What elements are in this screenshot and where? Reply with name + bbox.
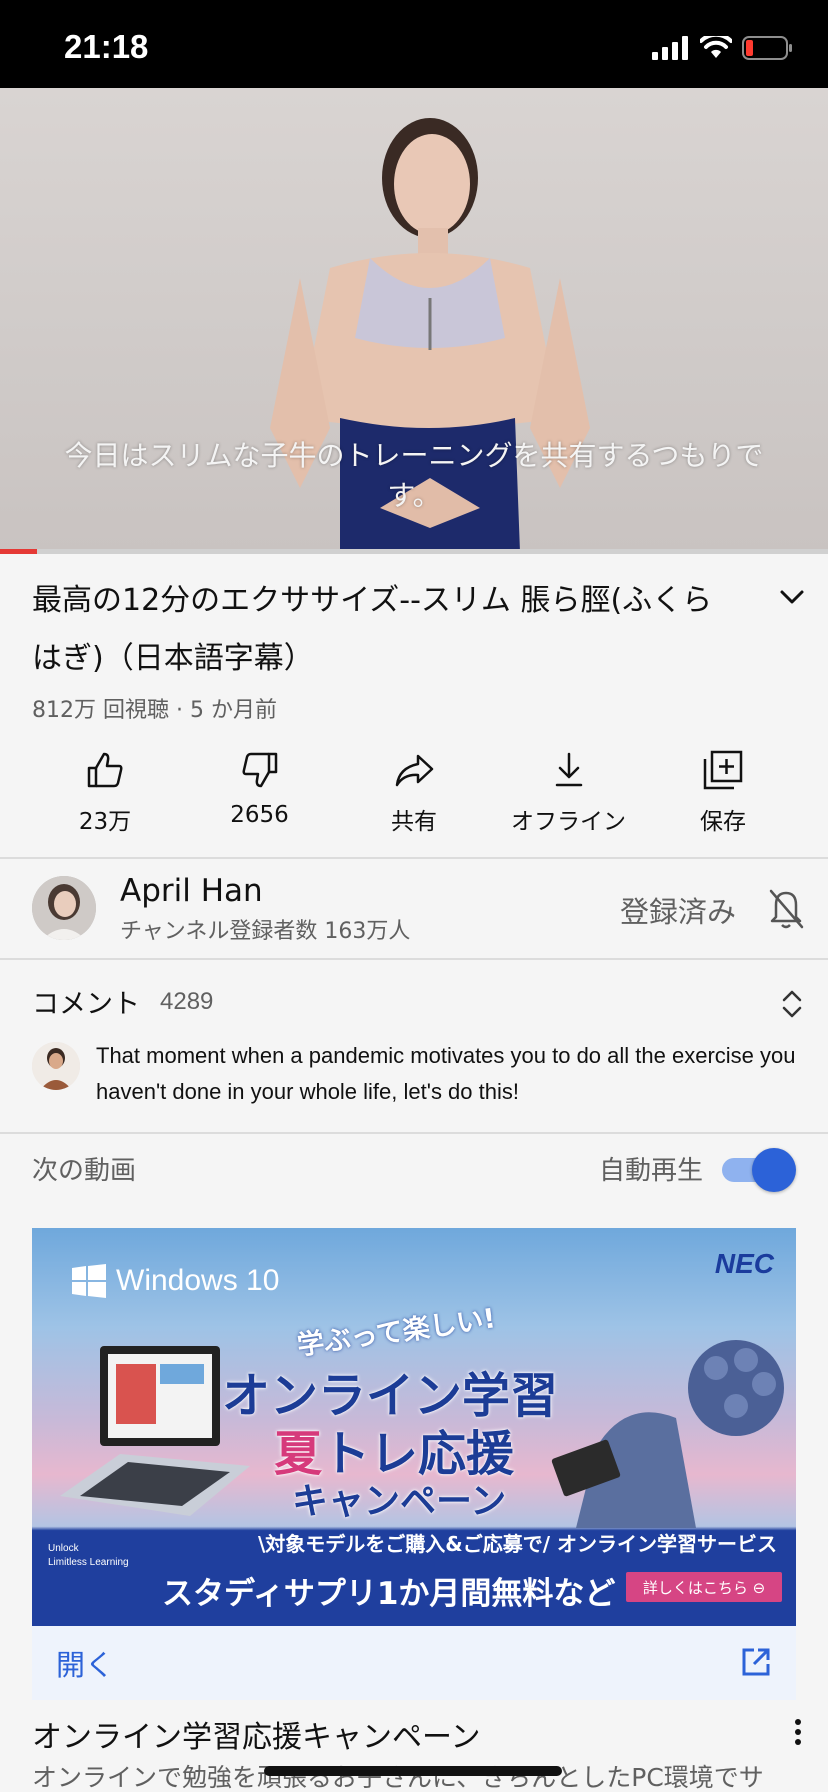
divider bbox=[0, 857, 828, 859]
like-button[interactable]: 23万 bbox=[30, 748, 180, 836]
commenter-avatar bbox=[32, 1042, 80, 1090]
offline-label: オフライン bbox=[511, 809, 626, 835]
ad-details-button[interactable]: 詳しくはこちら ⊖ bbox=[626, 1572, 782, 1602]
share-button[interactable]: 共有 bbox=[339, 748, 489, 836]
windows-text: Windows 10 bbox=[116, 1264, 280, 1297]
home-indicator[interactable] bbox=[264, 1766, 562, 1776]
statue-illustration bbox=[551, 1340, 784, 1528]
autoplay-label: 自動再生 bbox=[598, 1156, 703, 1186]
channel-avatar[interactable] bbox=[32, 876, 96, 940]
video-player[interactable]: 今日はスリムな子牛のトレーニングを共有するつもりです。 bbox=[0, 88, 828, 552]
avatar-image bbox=[32, 876, 96, 940]
video-subtitle: 今日はスリムな子牛のトレーニングを共有するつもりです。 bbox=[64, 439, 764, 512]
channel-subscribers: チャンネル登録者数 163万人 bbox=[120, 919, 411, 944]
thumbs-down-icon bbox=[242, 752, 277, 788]
up-next-row: 次の動画 自動再生 bbox=[0, 1134, 828, 1214]
comments-section[interactable]: コメント 4289 That moment when a pandemic mo… bbox=[0, 960, 828, 1132]
autoplay-toggle[interactable] bbox=[720, 1148, 796, 1192]
ad-open-label[interactable]: 開く bbox=[56, 1642, 114, 1684]
ad-band-line-1: \対象モデルをご購入&ご応募で/ オンライン学習サービス bbox=[258, 1532, 778, 1556]
thumbs-up-icon bbox=[87, 752, 123, 788]
video-meta: 812万 回視聴 · 5 か月前 bbox=[32, 698, 277, 723]
chevron-down-icon[interactable] bbox=[774, 582, 810, 612]
ad-band-line-2: スタディサプリ1か月間無料など bbox=[162, 1576, 616, 1612]
save-playlist-icon bbox=[703, 750, 743, 790]
external-link-icon[interactable] bbox=[740, 1646, 772, 1678]
dislike-button[interactable]: 2656 bbox=[185, 748, 335, 836]
like-count: 23万 bbox=[78, 809, 132, 835]
cellular-signal-icon bbox=[652, 36, 688, 60]
commenter-avatar-image bbox=[32, 1042, 80, 1090]
top-comment-text: That moment when a pandemic motivates yo… bbox=[96, 1043, 796, 1104]
share-icon bbox=[395, 754, 434, 787]
windows-logo-icon bbox=[72, 1264, 106, 1298]
ad-tagline: Unlock Limitless Learning bbox=[48, 1543, 129, 1568]
comments-count: 4289 bbox=[160, 988, 214, 1015]
battery-icon bbox=[742, 36, 792, 60]
channel-name[interactable]: April Han bbox=[120, 873, 263, 909]
status-time: 21:18 bbox=[64, 28, 149, 65]
action-row: 23万 2656 共有 オフライン 保存 bbox=[30, 748, 798, 836]
ad-banner[interactable]: Windows 10 NEC 学ぶって楽しい! オンライン学習 夏トレ応援 キャ… bbox=[32, 1228, 796, 1626]
wifi-icon bbox=[700, 36, 732, 58]
expand-collapse-icon[interactable] bbox=[778, 986, 806, 1022]
share-label: 共有 bbox=[391, 809, 437, 835]
comments-title: コメント bbox=[32, 989, 140, 1020]
dislike-count: 2656 bbox=[230, 802, 289, 828]
status-bar: 21:18 bbox=[0, 0, 828, 88]
windows-brand: Windows 10 bbox=[72, 1264, 279, 1298]
video-progress-fill bbox=[0, 549, 38, 554]
channel-row[interactable]: April Han チャンネル登録者数 163万人 登録済み bbox=[0, 861, 828, 959]
status-icons bbox=[652, 34, 794, 62]
notification-bell-off-icon[interactable] bbox=[766, 887, 806, 931]
ad-title[interactable]: オンライン学習応援キャンペーン bbox=[32, 1712, 481, 1756]
ad-subheading: 学ぶって楽しい! bbox=[295, 1303, 498, 1362]
video-title: 最高の12分のエクササイズ--スリム 脹ら脛(ふくらはぎ)（日本語字幕） bbox=[32, 583, 713, 676]
video-progress-bar[interactable] bbox=[0, 549, 828, 554]
subscribed-button[interactable]: 登録済み bbox=[620, 889, 736, 931]
nec-logo: NEC bbox=[714, 1248, 774, 1279]
save-label: 保存 bbox=[700, 809, 746, 835]
toggle-knob bbox=[752, 1148, 796, 1192]
more-options-icon[interactable] bbox=[794, 1718, 802, 1746]
ad-headline-3: キャンペーン bbox=[292, 1481, 507, 1522]
ad-open-bar[interactable]: 開く bbox=[32, 1626, 796, 1700]
offline-download-button[interactable]: オフライン bbox=[494, 748, 644, 836]
download-icon bbox=[555, 752, 582, 787]
up-next-label: 次の動画 bbox=[32, 1156, 137, 1186]
save-button[interactable]: 保存 bbox=[648, 748, 798, 836]
